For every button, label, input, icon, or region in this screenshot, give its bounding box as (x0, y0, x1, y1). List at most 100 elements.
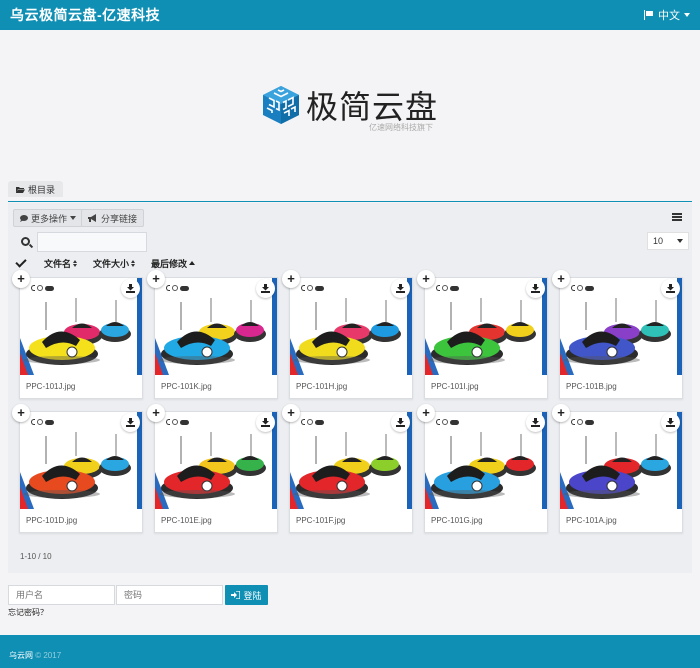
column-filename[interactable]: 文件名 (44, 257, 78, 270)
file-meta-icons (436, 285, 459, 291)
password-input[interactable] (116, 585, 223, 605)
file-name[interactable]: PPC-101H.jpg (296, 382, 347, 391)
file-card[interactable]: + PPC-101F.jpg (282, 404, 413, 533)
file-card[interactable]: + PPC-101A.jpg (552, 404, 683, 533)
info-icon (442, 419, 448, 425)
file-name[interactable]: PPC-101E.jpg (161, 516, 212, 525)
more-actions-button[interactable]: 更多操作 (13, 209, 84, 227)
cloud-icon (450, 285, 459, 291)
info-icon (442, 285, 448, 291)
chevron-down-icon (677, 239, 683, 243)
footer-site[interactable]: 乌云网 (9, 651, 33, 660)
column-headers: 文件名 文件大小 最后修改 (15, 255, 211, 270)
info-icon (172, 419, 178, 425)
download-icon (531, 284, 540, 293)
download-button[interactable] (661, 279, 680, 298)
plus-icon[interactable]: + (12, 404, 30, 422)
file-name[interactable]: PPC-101K.jpg (161, 382, 212, 391)
file-name[interactable]: PPC-101F.jpg (296, 516, 345, 525)
site-brand[interactable]: 乌云极简云盘-亿速科技 (10, 5, 160, 25)
file-meta-icons (301, 285, 324, 291)
sort-asc-icon (189, 261, 196, 265)
download-button[interactable] (526, 279, 545, 298)
plus-icon[interactable]: + (417, 404, 435, 422)
plus-icon[interactable]: + (12, 270, 30, 288)
download-icon (396, 418, 405, 427)
file-name[interactable]: PPC-101J.jpg (26, 382, 75, 391)
download-button[interactable] (526, 413, 545, 432)
cloud-icon (315, 419, 324, 425)
file-name[interactable]: PPC-101I.jpg (431, 382, 479, 391)
file-card[interactable]: + PPC-101D.jpg (12, 404, 143, 533)
download-icon (126, 284, 135, 293)
euro-icon (31, 285, 35, 291)
more-actions-label: 更多操作 (31, 213, 68, 224)
language-dropdown[interactable]: 中文 (644, 7, 690, 23)
select-all-check-icon[interactable] (15, 255, 27, 268)
plus-icon[interactable]: + (147, 270, 165, 288)
bullhorn-icon (88, 214, 96, 222)
file-card[interactable]: + PPC-101E.jpg (147, 404, 278, 533)
breadcrumb-root[interactable]: 根目录 (8, 181, 64, 197)
comment-icon (20, 214, 28, 222)
download-button[interactable] (256, 413, 275, 432)
file-card[interactable]: + PPC-101G.jpg (417, 404, 548, 533)
euro-icon (436, 285, 440, 291)
file-name[interactable]: PPC-101G.jpg (431, 516, 483, 525)
plus-icon[interactable]: + (552, 404, 570, 422)
plus-icon[interactable]: + (282, 270, 300, 288)
info-icon (307, 419, 313, 425)
search-input[interactable] (37, 232, 147, 252)
info-icon (172, 285, 178, 291)
footer-copyright: © 2017 (35, 651, 62, 660)
euro-icon (31, 419, 35, 425)
file-name[interactable]: PPC-101D.jpg (26, 516, 77, 525)
username-input[interactable] (8, 585, 115, 605)
download-icon (261, 284, 270, 293)
cloud-icon (585, 419, 594, 425)
file-card[interactable]: + PPC-101H.jpg (282, 270, 413, 399)
cloud-icon (315, 285, 324, 291)
cube-logo-icon (263, 86, 299, 124)
language-label: 中文 (658, 10, 680, 22)
forgot-password-link[interactable]: 忘记密码？ (8, 607, 48, 618)
plus-icon[interactable]: + (147, 404, 165, 422)
euro-icon (301, 285, 305, 291)
column-filename-label: 文件名 (44, 258, 72, 269)
per-page-select[interactable]: 10 (647, 232, 689, 250)
file-card[interactable]: + PPC-101K.jpg (147, 270, 278, 399)
chevron-down-icon (684, 13, 690, 17)
download-button[interactable] (121, 413, 140, 432)
column-modified[interactable]: 最后修改 (151, 257, 196, 270)
file-card[interactable]: + PPC-101I.jpg (417, 270, 548, 399)
download-button[interactable] (391, 279, 410, 298)
info-icon (577, 285, 583, 291)
list-view-icon[interactable] (672, 213, 682, 221)
login-button-label: 登陆 (243, 590, 262, 601)
plus-icon[interactable]: + (282, 404, 300, 422)
column-filesize[interactable]: 文件大小 (93, 257, 136, 270)
file-name[interactable]: PPC-101B.jpg (566, 382, 617, 391)
sort-icon (73, 259, 78, 267)
download-icon (531, 418, 540, 427)
info-icon (577, 419, 583, 425)
file-card[interactable]: + PPC-101J.jpg (12, 270, 143, 399)
top-navbar: 乌云极简云盘-亿速科技 中文 (0, 0, 700, 30)
sign-in-icon (231, 591, 241, 599)
download-button[interactable] (661, 413, 680, 432)
download-button[interactable] (391, 413, 410, 432)
share-link-button[interactable]: 分享链接 (81, 209, 145, 227)
plus-icon[interactable]: + (552, 270, 570, 288)
file-card[interactable]: + PPC-101B.jpg (552, 270, 683, 399)
file-name[interactable]: PPC-101A.jpg (566, 516, 617, 525)
file-meta-icons (436, 419, 459, 425)
plus-icon[interactable]: + (417, 270, 435, 288)
tab-underline (8, 201, 692, 202)
cloud-icon (450, 419, 459, 425)
sort-icon (131, 259, 136, 267)
download-button[interactable] (121, 279, 140, 298)
login-button[interactable]: 登陆 (225, 585, 268, 605)
download-button[interactable] (256, 279, 275, 298)
euro-icon (571, 419, 575, 425)
per-page-value: 10 (653, 236, 664, 246)
